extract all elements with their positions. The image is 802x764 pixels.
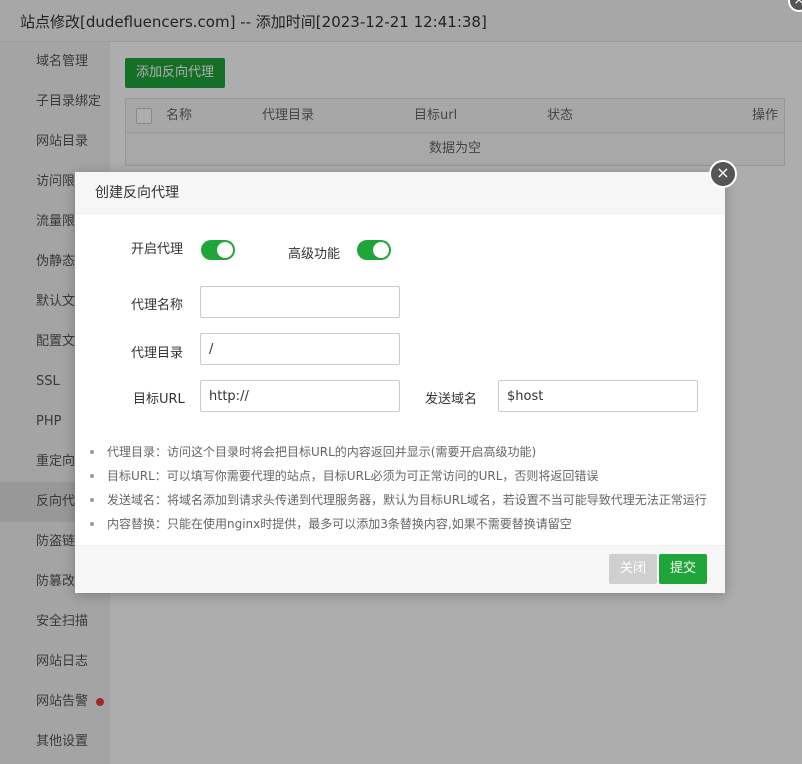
dialog-title: 创建反向代理 <box>75 172 725 214</box>
create-reverse-proxy-dialog: 创建反向代理 × 开启代理 高级功能 代理名称 代理目录 目标URL 发送域名 … <box>75 160 737 593</box>
close-button[interactable]: 关闭 <box>609 554 658 584</box>
proxy-dir-label: 代理目录 <box>131 346 184 361</box>
target-url-input[interactable] <box>200 380 400 412</box>
proxy-dir-input[interactable] <box>200 333 400 365</box>
toggle-knob <box>373 242 389 258</box>
proxy-name-input[interactable] <box>200 286 400 318</box>
tip-proxy-dir: 代理目录：访问这个目录时将会把目标URL的内容返回并显示(需要开启高级功能) <box>90 440 720 464</box>
tip-content-replace: 内容替换：只能在使用nginx时提供，最多可以添加3条替换内容,如果不需要替换请… <box>90 512 720 536</box>
submit-button[interactable]: 提交 <box>659 554 708 584</box>
send-domain-label: 发送域名 <box>425 392 478 407</box>
send-domain-input[interactable] <box>498 380 698 412</box>
dialog-footer: 关闭 提交 <box>75 545 725 593</box>
tip-target-url: 目标URL：可以填写你需要代理的站点，目标URL必须为可正常访问的URL，否则将… <box>90 464 720 488</box>
enable-proxy-toggle[interactable] <box>201 240 235 260</box>
advanced-toggle[interactable] <box>357 240 391 260</box>
proxy-name-label: 代理名称 <box>131 298 184 313</box>
tip-send-domain: 发送域名：将域名添加到请求头传递到代理服务器，默认为目标URL域名，若设置不当可… <box>90 488 720 512</box>
dialog-close-icon[interactable]: × <box>709 160 737 188</box>
advanced-label: 高级功能 <box>288 247 341 262</box>
toggle-knob <box>217 242 233 258</box>
enable-proxy-label: 开启代理 <box>131 242 184 257</box>
target-url-label: 目标URL <box>133 392 185 407</box>
help-tips: 代理目录：访问这个目录时将会把目标URL的内容返回并显示(需要开启高级功能) 目… <box>90 440 720 536</box>
